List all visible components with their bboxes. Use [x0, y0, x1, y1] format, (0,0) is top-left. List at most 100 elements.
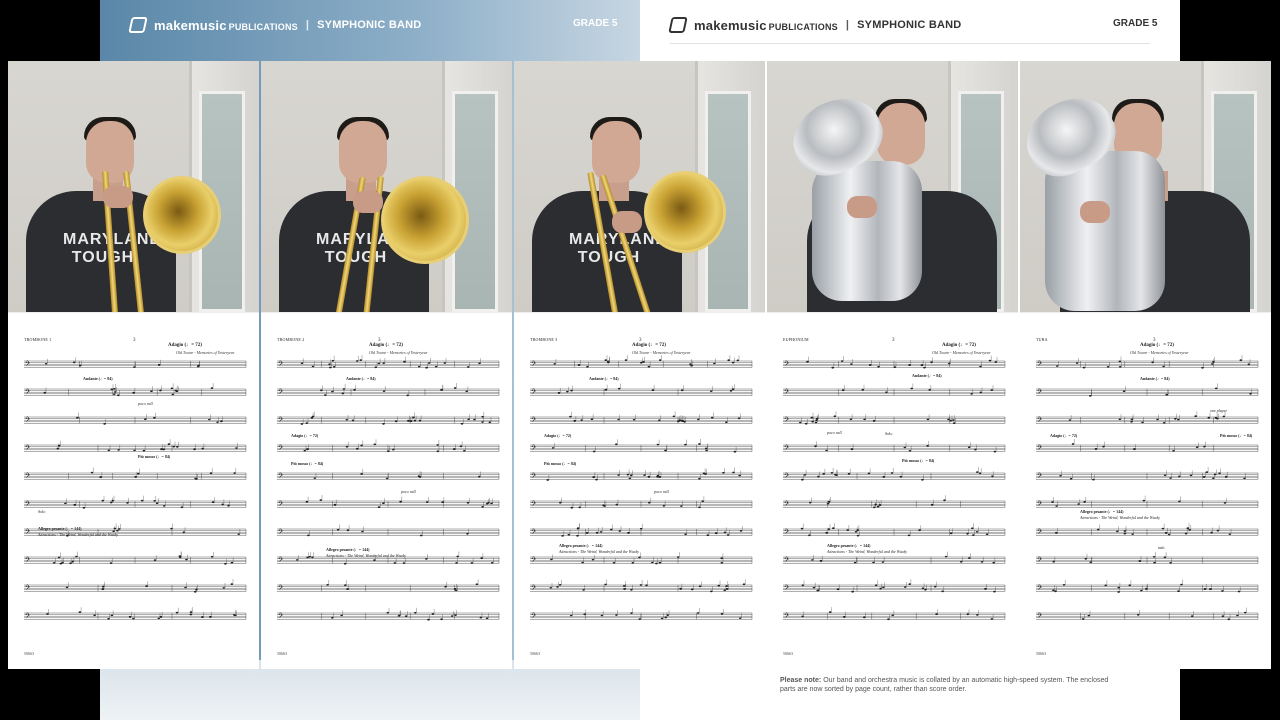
- note-head: [107, 449, 111, 452]
- note-head: [1123, 530, 1127, 532]
- note-head: [801, 615, 804, 618]
- note-head: [332, 366, 336, 368]
- note-head: [617, 418, 620, 421]
- trombone-bell: [143, 176, 221, 254]
- note-head: [684, 443, 687, 446]
- note-head: [651, 561, 654, 564]
- note-head: [99, 476, 102, 479]
- note-head: [943, 499, 946, 502]
- note-head: [903, 446, 907, 449]
- note-head: [841, 389, 845, 392]
- catalog-number: 50663: [277, 651, 287, 656]
- note-head: [488, 421, 492, 424]
- note-head: [736, 359, 740, 362]
- note-head: [153, 559, 157, 562]
- note-head: [1104, 584, 1107, 587]
- note-head: [808, 534, 811, 537]
- note-head: [876, 505, 880, 508]
- note-head: [642, 361, 645, 363]
- bass-clef-icon: 𝄢: [531, 584, 536, 593]
- note-head: [75, 555, 78, 558]
- note-head: [184, 586, 187, 589]
- note-head: [990, 389, 994, 391]
- staff-system: 𝄢: [24, 467, 247, 481]
- note-head: [331, 359, 335, 362]
- note-head: [307, 534, 310, 537]
- note-head: [627, 531, 630, 534]
- bass-clef-icon: 𝄢: [1037, 556, 1042, 565]
- bass-clef-icon: 𝄢: [278, 416, 283, 425]
- bass-clef-icon: 𝄢: [1037, 416, 1042, 425]
- note-head: [463, 450, 466, 452]
- note-head: [305, 500, 309, 503]
- staff-system: 𝄢: [24, 551, 247, 565]
- staff-system: 𝄢: [277, 579, 500, 593]
- note-head: [949, 419, 953, 422]
- note-head: [1224, 475, 1228, 478]
- note-head: [300, 362, 304, 365]
- note-head: [737, 417, 741, 420]
- euphonium-body: [812, 161, 922, 301]
- note-head: [738, 617, 742, 619]
- note-head: [431, 613, 435, 615]
- note-head: [1051, 501, 1054, 503]
- note-head: [171, 393, 175, 396]
- note-head: [1222, 415, 1226, 418]
- note-head: [185, 558, 188, 561]
- staff-lines: 𝄢 𝄢 𝄢 𝄢 𝄢 𝄢 𝄢 𝄢 𝄢 𝄢: [1036, 355, 1259, 621]
- note-head: [1089, 395, 1092, 397]
- note-head: [475, 583, 479, 586]
- note-head: [626, 473, 630, 476]
- panel-trombone-3: MARYLAND TOUGH 𝄢 𝄢 𝄢 𝄢 𝄢 𝄢 𝄢 𝄢 𝄢 𝄢 TROMBONE 3 3 A…: [514, 61, 765, 669]
- note-head: [111, 499, 115, 502]
- note-head: [409, 420, 413, 423]
- note-head: [847, 472, 851, 475]
- note-head: [814, 445, 817, 448]
- note-head: [394, 420, 398, 423]
- note-head: [684, 533, 687, 536]
- note-head: [460, 422, 464, 425]
- note-head: [175, 390, 179, 393]
- staff-system: 𝄢: [277, 355, 500, 369]
- bass-clef-icon: 𝄢: [784, 472, 789, 481]
- note-head: [180, 506, 184, 509]
- note-head: [738, 474, 741, 477]
- tempo-marking: Adagio (♩= 72): [632, 343, 666, 348]
- brand-name: makemusic PUBLICATIONS: [694, 17, 838, 33]
- note-head: [485, 503, 489, 505]
- note-head: [1167, 533, 1171, 536]
- note-head: [849, 418, 853, 421]
- note-head: [78, 611, 82, 614]
- note-head: [826, 502, 830, 505]
- note-head: [414, 611, 417, 614]
- note-head: [806, 360, 809, 363]
- bass-clef-icon: 𝄢: [784, 528, 789, 537]
- note-head: [346, 588, 349, 590]
- note-head: [1201, 366, 1204, 369]
- note-head: [930, 503, 934, 506]
- note-head: [413, 419, 417, 422]
- staff-system: 𝄢: [530, 579, 753, 593]
- note-head: [450, 615, 454, 617]
- note-head: [801, 584, 805, 587]
- staff-system: 𝄢: [24, 607, 247, 621]
- note-head: [201, 447, 204, 450]
- note-head: [328, 363, 331, 366]
- note-head: [840, 360, 844, 362]
- note-head: [113, 527, 117, 530]
- note-head: [630, 588, 633, 591]
- note-head: [1165, 393, 1168, 396]
- note-head: [101, 585, 105, 588]
- note-head: [132, 617, 135, 620]
- note-head: [816, 589, 819, 592]
- staff-system: 𝄢: [530, 439, 753, 453]
- note-head: [320, 389, 323, 392]
- note-head: [872, 561, 875, 564]
- note-head: [1087, 614, 1091, 617]
- note-head: [1118, 366, 1122, 368]
- note-head: [993, 450, 997, 453]
- note-head: [1059, 475, 1062, 477]
- note-head: [112, 393, 116, 395]
- note-head: [69, 562, 72, 565]
- bass-clef-icon: 𝄢: [25, 388, 30, 397]
